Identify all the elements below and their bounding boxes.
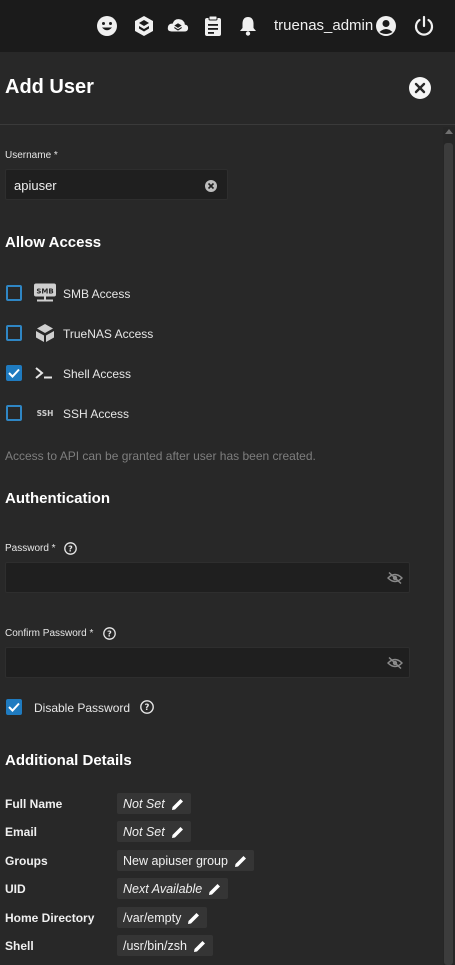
power-icon[interactable]	[413, 15, 435, 37]
visibility-off-icon[interactable]	[387, 571, 403, 590]
email-key: Email	[5, 825, 38, 839]
edit-icon[interactable]	[171, 825, 185, 839]
truenas-icon	[33, 323, 57, 343]
feedback-icon[interactable]	[96, 15, 118, 37]
groups-key: Groups	[5, 854, 48, 868]
username-value: apiuser	[14, 178, 57, 193]
checkmark-icon	[8, 702, 20, 712]
svg-text:SMB: SMB	[36, 288, 53, 296]
password-input[interactable]	[5, 562, 410, 593]
confirm-password-label: Confirm Password *	[5, 628, 94, 639]
disable-password-label[interactable]: Disable Password	[34, 701, 130, 715]
shell-chip[interactable]: /usr/bin/zsh	[117, 935, 213, 956]
allow-access-title: Allow Access	[5, 234, 102, 251]
truenas-access-checkbox[interactable]	[6, 325, 22, 341]
home-directory-key: Home Directory	[5, 911, 95, 925]
email-chip[interactable]: Not Set	[117, 821, 191, 842]
truecommand-icon[interactable]	[167, 15, 189, 37]
scroll-up-arrow-icon[interactable]	[445, 129, 453, 134]
shell-value: /usr/bin/zsh	[123, 938, 187, 953]
ssh-icon: SSH	[33, 403, 57, 423]
shell-key: Shell	[5, 939, 34, 953]
uid-chip[interactable]: Next Available	[117, 878, 229, 899]
authentication-title: Authentication	[5, 490, 110, 507]
edit-icon[interactable]	[208, 882, 222, 896]
smb-access-label[interactable]: SMB Access	[63, 287, 130, 301]
uid-key: UID	[5, 882, 26, 896]
panel-title: Add User	[5, 76, 94, 98]
truenas-logo-icon[interactable]	[133, 15, 155, 37]
shell-access-checkbox[interactable]	[6, 365, 22, 381]
svg-text:?: ?	[107, 630, 112, 639]
username-label: Username *	[5, 150, 58, 161]
visibility-off-icon[interactable]	[387, 656, 403, 675]
edit-icon[interactable]	[171, 797, 185, 811]
home-directory-chip[interactable]: /var/empty	[117, 907, 208, 928]
groups-chip[interactable]: New apiuser group	[117, 850, 254, 871]
disable-password-checkbox[interactable]	[6, 699, 22, 715]
clear-input-icon[interactable]	[205, 179, 217, 197]
svg-text:?: ?	[145, 703, 150, 713]
edit-icon[interactable]	[234, 854, 248, 868]
top-toolbar: truenas_admin	[0, 0, 455, 52]
uid-value: Next Available	[123, 881, 203, 896]
jobs-icon[interactable]	[202, 15, 224, 37]
edit-icon[interactable]	[187, 911, 201, 925]
confirm-password-input[interactable]	[5, 647, 410, 678]
smb-access-checkbox[interactable]	[6, 285, 22, 301]
groups-value: New apiuser group	[123, 853, 228, 868]
truenas-access-label[interactable]: TrueNAS Access	[63, 327, 153, 341]
smb-icon: SMB	[33, 283, 57, 303]
close-icon[interactable]	[409, 77, 431, 99]
password-label: Password *	[5, 543, 56, 554]
shell-access-label[interactable]: Shell Access	[63, 367, 131, 381]
edit-icon[interactable]	[193, 939, 207, 953]
help-icon[interactable]: ?	[140, 700, 154, 719]
notifications-icon[interactable]	[237, 15, 259, 37]
username-label[interactable]: truenas_admin	[274, 17, 373, 34]
help-icon[interactable]: ?	[64, 542, 77, 560]
email-value: Not Set	[123, 824, 165, 839]
panel-header: Add User	[0, 52, 455, 125]
ssh-access-checkbox[interactable]	[6, 405, 22, 421]
full-name-chip[interactable]: Not Set	[117, 793, 191, 814]
checkmark-icon	[8, 368, 20, 378]
scrollbar-thumb[interactable]	[444, 143, 453, 965]
terminal-icon	[33, 363, 57, 383]
full-name-value: Not Set	[123, 796, 165, 811]
full-name-key: Full Name	[5, 797, 63, 811]
additional-details-title: Additional Details	[5, 752, 132, 769]
ssh-access-label[interactable]: SSH Access	[63, 407, 129, 421]
help-icon[interactable]: ?	[103, 627, 116, 645]
svg-text:SSH: SSH	[37, 409, 54, 418]
api-access-hint: Access to API can be granted after user …	[5, 449, 316, 463]
username-input[interactable]: apiuser	[5, 169, 228, 200]
account-icon[interactable]	[375, 15, 397, 37]
home-directory-value: /var/empty	[123, 910, 182, 925]
svg-text:?: ?	[68, 545, 73, 554]
